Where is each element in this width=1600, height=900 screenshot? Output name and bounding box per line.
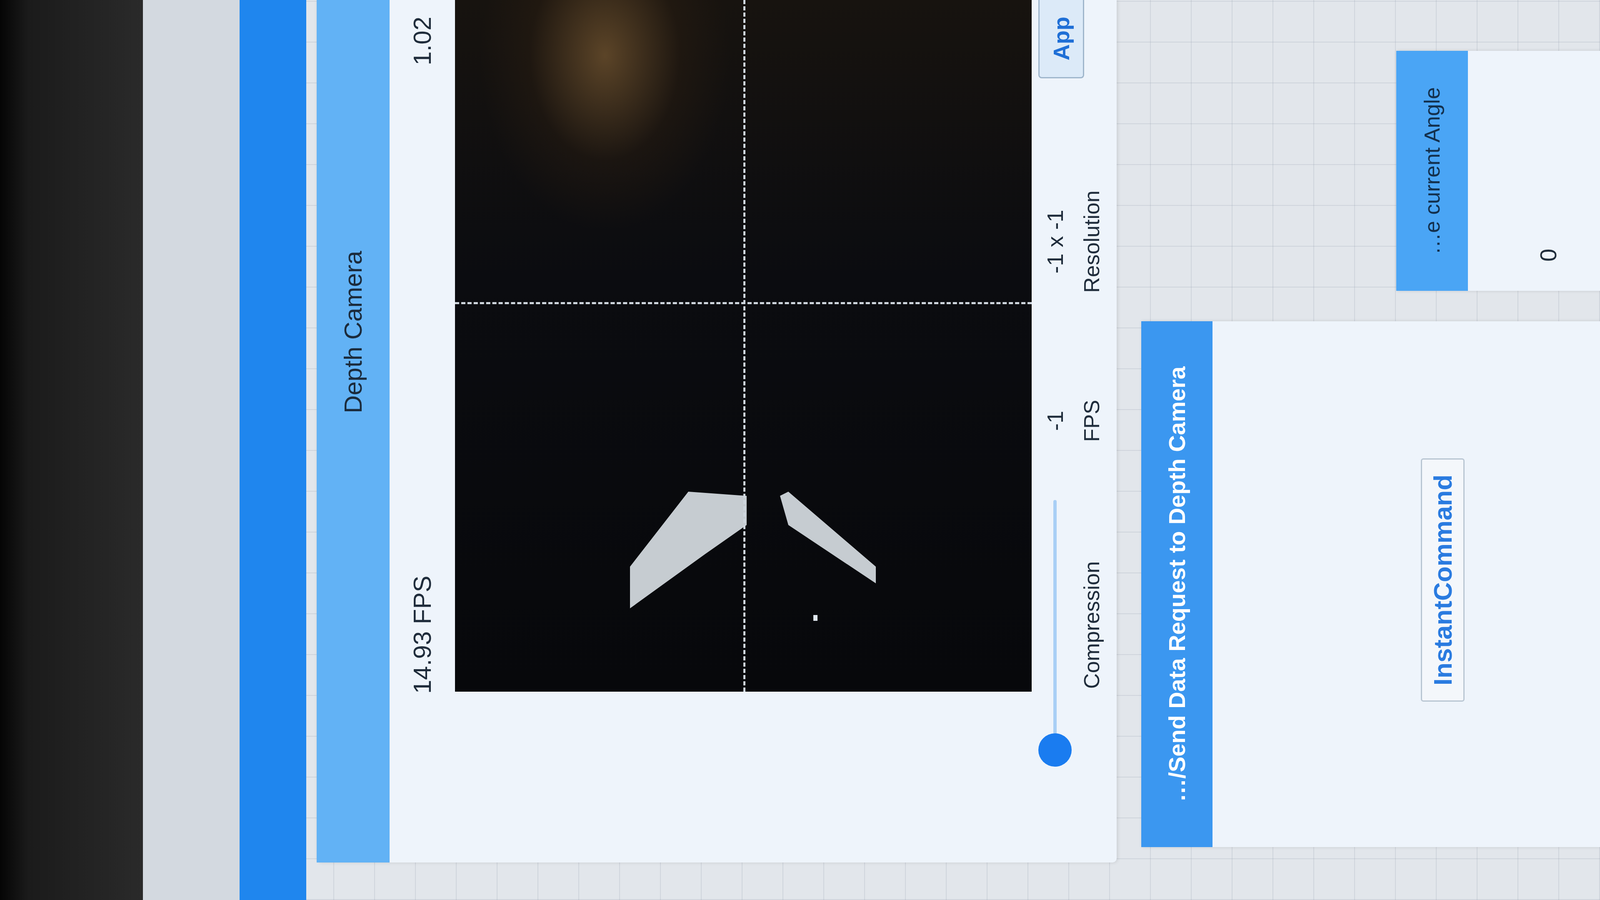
fps-control: -1 FPS bbox=[1038, 350, 1105, 492]
compression-slider[interactable] bbox=[1038, 500, 1072, 750]
photo-viewport: Depth Camera 14.93 FPS 1.02 Compression -1 FP… bbox=[0, 0, 1600, 900]
depth-points-icon bbox=[455, 0, 1032, 692]
crosshair-horizontal bbox=[743, 0, 746, 692]
fps-label: FPS bbox=[1079, 399, 1105, 442]
monitor-screen: Depth Camera 14.93 FPS 1.02 Compression -1 FP… bbox=[0, 0, 1600, 900]
panel-title: …/Send Data Request to Depth Camera bbox=[1141, 321, 1213, 848]
compression-control: Compression bbox=[1038, 491, 1105, 759]
monitor-bezel bbox=[0, 0, 143, 900]
compression-label: Compression bbox=[1079, 561, 1105, 689]
instant-command-button[interactable]: InstantCommand bbox=[1420, 458, 1465, 702]
dashboard-canvas: Depth Camera 14.93 FPS 1.02 Compression -1 FP… bbox=[306, 0, 1600, 900]
resolution-value[interactable]: -1 x -1 bbox=[1038, 209, 1072, 274]
fps-value[interactable]: -1 bbox=[1038, 410, 1072, 431]
lower-panels: …/Send Data Request to Depth Camera Insta… bbox=[1141, 0, 1600, 900]
crosshair-vertical bbox=[455, 302, 1032, 305]
depth-image bbox=[455, 0, 1032, 692]
slider-track bbox=[1053, 500, 1057, 750]
send-request-body: InstantCommand bbox=[1212, 321, 1600, 848]
depth-camera-panel: Depth Camera 14.93 FPS 1.02 Compression -1 FP… bbox=[316, 0, 1117, 863]
slider-knob[interactable] bbox=[1038, 733, 1072, 767]
apply-button[interactable]: App bbox=[1038, 0, 1085, 79]
camera-value: 1.02 bbox=[407, 16, 437, 66]
fps-reading: 14.93 FPS bbox=[407, 575, 437, 694]
resolution-control: -1 x -1 Resolution bbox=[1038, 133, 1105, 350]
send-request-panel: …/Send Data Request to Depth Camera Insta… bbox=[1141, 321, 1600, 848]
top-strip bbox=[142, 0, 240, 900]
angle-value: 0 bbox=[1467, 50, 1562, 291]
camera-controls: Compression -1 FPS -1 x -1 Resolution App bbox=[1031, 0, 1117, 863]
angle-panel: …e current Angle0 bbox=[1396, 50, 1600, 291]
panel-title: Depth Camera bbox=[316, 0, 390, 863]
panel-title: …e current Angle bbox=[1396, 50, 1468, 291]
camera-info-row: 14.93 FPS 1.02 bbox=[389, 0, 455, 863]
app-header-bar bbox=[239, 0, 307, 900]
resolution-label: Resolution bbox=[1079, 190, 1105, 293]
